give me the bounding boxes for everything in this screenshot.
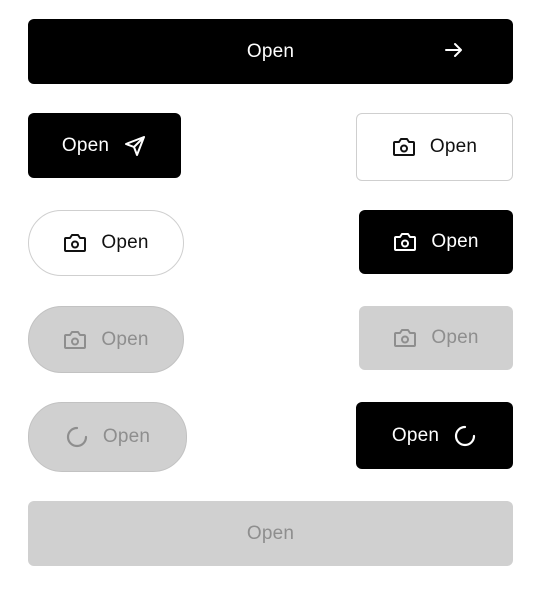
open-button-camera-pill[interactable]: Open [28,210,184,276]
camera-icon [392,136,416,158]
arrow-right-icon [444,40,464,60]
open-button-label: Open [429,136,478,157]
open-button-wide-disabled[interactable]: Open [28,501,513,566]
send-icon [123,134,147,158]
open-button-send[interactable]: Open [28,113,181,178]
open-button-label: Open [101,328,149,350]
camera-icon [393,231,417,253]
open-button-camera-dark[interactable]: Open [359,210,513,274]
open-button-loading-dark[interactable]: Open [356,402,513,469]
spinner-icon [453,424,477,448]
camera-icon [393,327,417,349]
spinner-icon [65,425,89,449]
camera-icon [63,329,87,351]
open-button-camera-disabled[interactable]: Open [359,306,513,370]
open-button-label: Open [391,424,440,446]
open-button-label: Open [101,232,149,253]
open-button-label: Open [102,426,151,447]
open-button-camera-outline[interactable]: Open [356,113,513,181]
open-button-wide[interactable]: Open [28,19,513,84]
camera-icon [63,232,87,254]
open-button-label: Open [246,522,295,544]
open-button-label: Open [246,40,295,62]
open-button-loading-pill[interactable]: Open [28,402,187,472]
open-button-label: Open [61,134,110,156]
open-button-camera-pill-disabled[interactable]: Open [28,306,184,373]
open-button-label: Open [431,327,479,348]
open-button-label: Open [431,231,479,252]
